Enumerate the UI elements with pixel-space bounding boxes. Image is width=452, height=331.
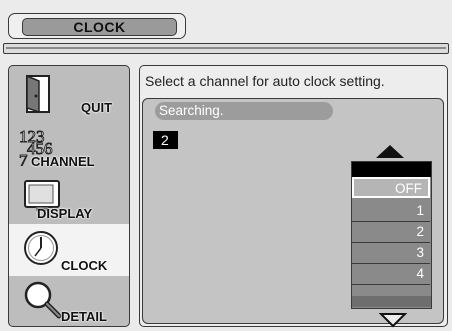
search-status: Searching. <box>155 102 333 120</box>
channel-search-panel: Searching. 2 OFF 1 2 3 4 <box>142 98 444 328</box>
page-title: CLOCK <box>22 18 177 36</box>
sidebar-item-display[interactable]: DISPLAY <box>9 172 129 224</box>
sidebar: QUIT 123 456 7 CHANNEL DISPLAY CLOCK DET… <box>8 65 130 327</box>
channel-list: OFF 1 2 3 4 <box>351 161 432 309</box>
channel-option-off[interactable]: OFF <box>352 177 430 198</box>
sidebar-item-label: DETAIL <box>61 309 107 324</box>
channel-option-1[interactable]: 1 <box>352 201 430 222</box>
channel-option-3[interactable]: 3 <box>352 243 430 264</box>
sidebar-item-channel[interactable]: 123 456 7 CHANNEL <box>9 120 129 172</box>
sidebar-item-label: QUIT <box>81 100 113 115</box>
sidebar-item-quit[interactable]: QUIT <box>9 68 129 120</box>
instruction-text: Select a channel for auto clock setting. <box>145 73 385 89</box>
header-separator <box>3 43 449 54</box>
sidebar-item-label: CLOCK <box>61 258 108 273</box>
clock-icon <box>24 231 58 265</box>
scroll-up-icon[interactable] <box>376 145 404 158</box>
current-channel-box: 2 <box>153 131 178 149</box>
channel-option-2[interactable]: 2 <box>352 222 430 243</box>
scroll-down-icon[interactable] <box>379 312 407 328</box>
sidebar-item-label: CHANNEL <box>31 154 95 169</box>
list-header <box>352 162 431 177</box>
channel-option-4[interactable]: 4 <box>352 264 430 285</box>
sidebar-item-label: DISPLAY <box>37 206 93 221</box>
main-panel: Select a channel for auto clock setting.… <box>139 65 448 328</box>
door-icon <box>26 74 50 114</box>
svg-text:7: 7 <box>19 151 28 166</box>
list-footer <box>352 296 431 307</box>
sidebar-item-clock[interactable]: CLOCK <box>9 224 129 276</box>
header-tab: CLOCK <box>8 13 186 39</box>
sidebar-item-detail[interactable]: DETAIL <box>9 276 129 326</box>
